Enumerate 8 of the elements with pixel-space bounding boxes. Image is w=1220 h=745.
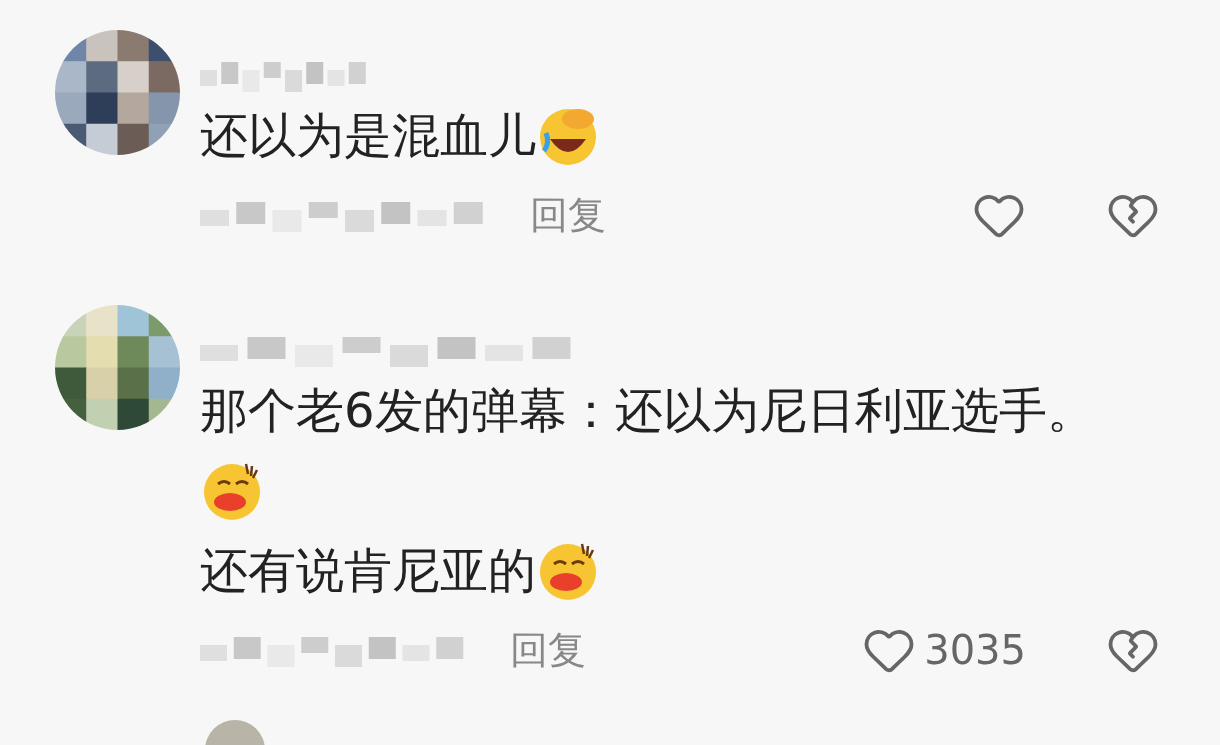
reply-button[interactable]: 回复 xyxy=(510,621,586,679)
like-button[interactable]: 3035 xyxy=(862,620,1026,680)
avatar[interactable] xyxy=(55,30,180,155)
avatar[interactable] xyxy=(55,305,180,430)
reply-button[interactable]: 回复 xyxy=(530,186,606,244)
comment-text: 还以为是混血儿 xyxy=(200,106,536,165)
comment-text: 还有说肯尼亚的 xyxy=(200,541,536,600)
comment-text: 那个老6发的弹幕：还以为尼日利亚选手。 xyxy=(200,381,1095,440)
